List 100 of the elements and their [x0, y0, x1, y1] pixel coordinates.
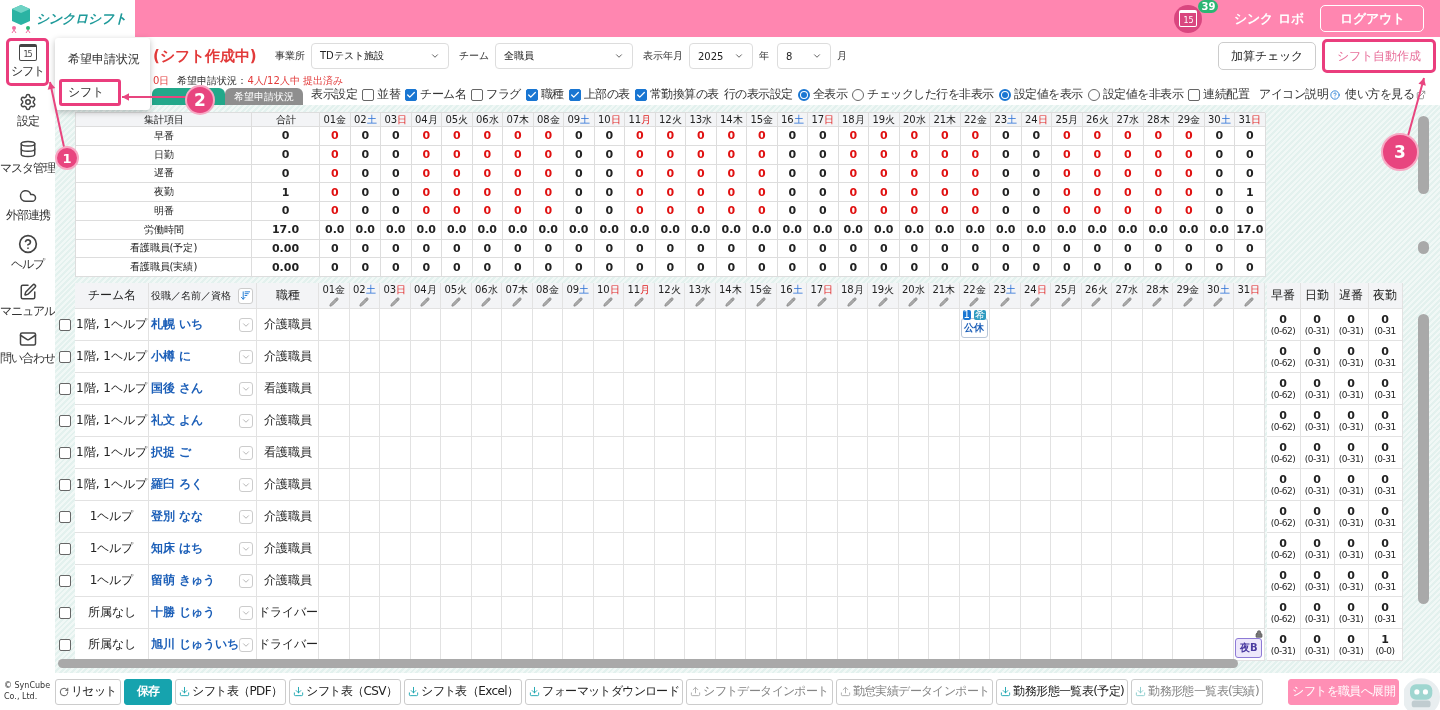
pencil-icon[interactable] — [664, 296, 675, 307]
shift-cell[interactable] — [624, 533, 655, 565]
pencil-icon[interactable] — [450, 296, 461, 307]
shift-cell[interactable] — [898, 501, 929, 533]
shift-cell[interactable] — [502, 565, 533, 597]
footer-button[interactable]: リセット — [55, 678, 121, 705]
shift-cell[interactable] — [1173, 597, 1204, 629]
shift-cell[interactable] — [654, 373, 685, 405]
shift-cell[interactable] — [1051, 405, 1082, 437]
sidebar-nav-item[interactable]: 問い合わせ — [0, 327, 57, 370]
shift-cell[interactable] — [898, 373, 929, 405]
shift-cell[interactable] — [685, 437, 716, 469]
shift-cell[interactable] — [837, 565, 868, 597]
shift-cell[interactable] — [1020, 565, 1051, 597]
shift-cell[interactable] — [410, 373, 441, 405]
shift-cell[interactable] — [654, 341, 685, 373]
shift-cell[interactable] — [410, 597, 441, 629]
shift-cell[interactable] — [1020, 309, 1051, 341]
shift-cell[interactable] — [898, 597, 929, 629]
shift-cell[interactable] — [898, 469, 929, 501]
shift-cell[interactable] — [563, 405, 594, 437]
shift-cell[interactable] — [990, 533, 1021, 565]
shift-cell[interactable] — [1051, 469, 1082, 501]
shift-cell[interactable] — [1020, 341, 1051, 373]
shift-cell[interactable] — [593, 309, 624, 341]
shift-cell[interactable] — [532, 405, 563, 437]
sidebar-nav-item[interactable]: 外部連携 — [3, 184, 52, 227]
shift-cell[interactable] — [990, 469, 1021, 501]
shift-cell[interactable] — [685, 629, 716, 661]
shift-cell[interactable] — [715, 373, 746, 405]
pencil-icon[interactable] — [1121, 296, 1132, 307]
select-field[interactable]: TDテスト施設 — [311, 43, 449, 69]
checkbox[interactable] — [1188, 88, 1200, 101]
shift-cell[interactable] — [1112, 341, 1143, 373]
dropdown-button[interactable] — [239, 349, 253, 364]
shift-cell[interactable] — [746, 597, 777, 629]
shift-cell[interactable] — [715, 309, 746, 341]
shift-cell[interactable] — [1081, 469, 1112, 501]
shift-cell[interactable] — [563, 565, 594, 597]
staff-name-link[interactable]: 留萌 きゅう — [151, 572, 216, 589]
shift-cell[interactable] — [532, 341, 563, 373]
footer-button[interactable]: 勤務形態一覧表(予定) — [996, 678, 1129, 705]
pencil-icon[interactable] — [1182, 296, 1193, 307]
row-checkbox[interactable] — [59, 607, 71, 619]
shift-cell[interactable] — [898, 405, 929, 437]
shift-cell[interactable] — [959, 501, 990, 533]
shift-cell[interactable] — [380, 533, 411, 565]
pencil-icon[interactable] — [633, 296, 644, 307]
shift-cell[interactable] — [1051, 597, 1082, 629]
shift-cell[interactable] — [1234, 565, 1265, 597]
shift-cell[interactable] — [349, 565, 380, 597]
shift-cell[interactable] — [715, 341, 746, 373]
shift-cell[interactable] — [685, 533, 716, 565]
row-checkbox[interactable] — [59, 575, 71, 587]
pencil-icon[interactable] — [1030, 296, 1041, 307]
shift-cell[interactable] — [624, 341, 655, 373]
row-checkbox[interactable] — [59, 351, 71, 363]
shift-cell[interactable] — [654, 437, 685, 469]
pencil-icon[interactable] — [481, 296, 492, 307]
shift-cell[interactable] — [898, 565, 929, 597]
shift-cell[interactable] — [532, 597, 563, 629]
shift-cell[interactable] — [410, 469, 441, 501]
shift-cell[interactable] — [471, 533, 502, 565]
shift-cell[interactable] — [563, 469, 594, 501]
pencil-icon[interactable] — [908, 296, 919, 307]
shift-cell[interactable] — [1203, 469, 1234, 501]
shift-cell[interactable] — [319, 437, 350, 469]
shift-cell[interactable] — [502, 597, 533, 629]
shift-cell[interactable] — [1081, 373, 1112, 405]
staff-name-link[interactable]: 知床 はち — [151, 540, 204, 557]
pencil-icon[interactable] — [1243, 296, 1254, 307]
shift-cell[interactable] — [898, 309, 929, 341]
shift-cell[interactable] — [1203, 501, 1234, 533]
shift-cell[interactable] — [807, 597, 838, 629]
shift-cell[interactable] — [990, 597, 1021, 629]
shift-cell[interactable] — [1020, 373, 1051, 405]
menu-item[interactable]: シフト — [59, 79, 121, 106]
shift-cell[interactable] — [441, 533, 472, 565]
checkbox[interactable] — [568, 88, 581, 101]
shift-cell[interactable] — [1234, 309, 1265, 341]
shift-cell[interactable] — [868, 341, 899, 373]
shift-cell[interactable] — [593, 341, 624, 373]
shift-cell[interactable] — [685, 469, 716, 501]
pencil-icon[interactable] — [786, 296, 797, 307]
shift-cell[interactable] — [837, 501, 868, 533]
footer-button[interactable]: フォーマットダウンロード — [525, 678, 684, 705]
pencil-icon[interactable] — [542, 296, 553, 307]
shift-cell[interactable] — [349, 341, 380, 373]
scrollbar[interactable] — [58, 659, 1238, 668]
shift-cell[interactable] — [380, 309, 411, 341]
checkbox[interactable] — [471, 88, 483, 101]
shift-cell[interactable] — [1142, 501, 1173, 533]
shift-cell[interactable] — [929, 629, 960, 661]
shift-cell[interactable] — [380, 373, 411, 405]
shift-cell[interactable] — [776, 405, 807, 437]
shift-cell[interactable] — [532, 437, 563, 469]
shift-cell[interactable] — [1112, 437, 1143, 469]
shift-cell[interactable] — [441, 405, 472, 437]
pencil-icon[interactable] — [999, 296, 1010, 307]
shift-cell[interactable] — [349, 437, 380, 469]
